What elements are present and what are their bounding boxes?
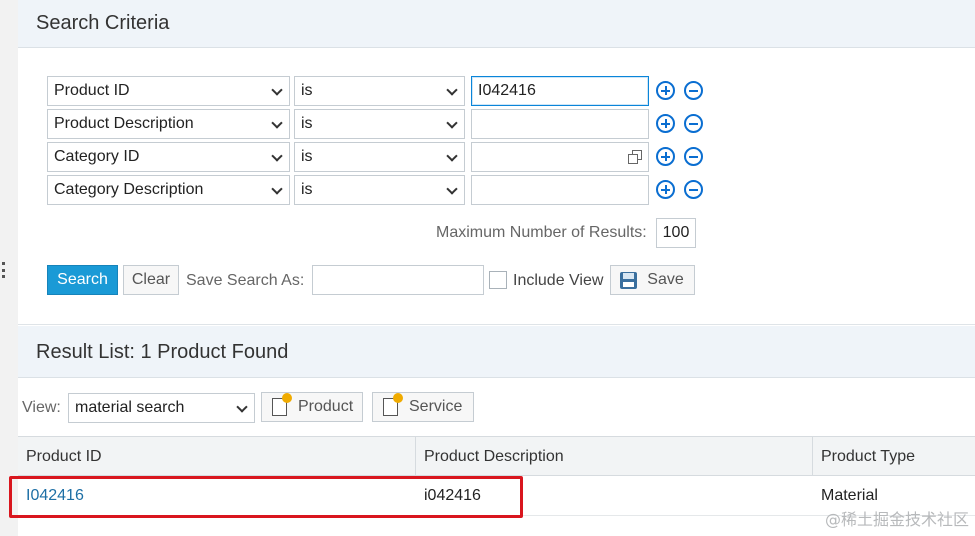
column-header-product-id[interactable]: Product ID (18, 437, 416, 477)
chevron-down-icon (271, 84, 283, 96)
chevron-down-icon (271, 150, 283, 162)
max-results-input[interactable]: 100 (656, 218, 696, 248)
chevron-down-icon (446, 183, 458, 195)
new-document-icon (383, 393, 403, 416)
criteria-value-input-4[interactable] (471, 175, 649, 205)
criteria-operator-label: is (301, 148, 313, 165)
criteria-operator-select-1[interactable]: is (294, 76, 465, 106)
search-criteria-title: Search Criteria (36, 12, 170, 34)
remove-row-icon[interactable] (684, 114, 703, 133)
criteria-value-input-2[interactable] (471, 109, 649, 139)
splitter-grip-icon[interactable] (0, 262, 6, 278)
chevron-down-icon (271, 117, 283, 129)
criteria-value-input-3[interactable] (471, 142, 649, 172)
search-button[interactable]: Search (47, 265, 118, 295)
view-select-value: material search (75, 399, 185, 416)
criteria-field-label: Category ID (54, 148, 140, 165)
result-list-title: Result List: 1 Product Found (36, 341, 289, 363)
remove-row-icon[interactable] (684, 147, 703, 166)
criteria-field-label: Product ID (54, 82, 130, 99)
criteria-field-select-2[interactable]: Product Description (47, 109, 290, 139)
value-help-icon[interactable] (628, 150, 642, 164)
max-results-label: Maximum Number of Results: (436, 224, 647, 241)
criteria-field-label: Product Description (54, 115, 194, 132)
table-header: Product ID Product Description Product T… (18, 436, 975, 477)
add-row-icon[interactable] (656, 81, 675, 100)
new-product-button[interactable]: Product (261, 392, 363, 422)
criteria-operator-label: is (301, 82, 313, 99)
criteria-field-select-1[interactable]: Product ID (47, 76, 290, 106)
save-search-label: Save Search As: (186, 272, 305, 289)
criteria-field-select-4[interactable]: Category Description (47, 175, 290, 205)
new-document-icon (272, 393, 292, 416)
chevron-down-icon (271, 183, 283, 195)
column-header-product-type[interactable]: Product Type (813, 437, 975, 477)
view-select[interactable]: material search (68, 393, 255, 423)
highlight-box (9, 476, 523, 518)
add-row-icon[interactable] (656, 114, 675, 133)
criteria-operator-select-3[interactable]: is (294, 142, 465, 172)
save-icon (620, 272, 637, 289)
save-button-label: Save (647, 271, 684, 288)
criteria-value-input-1[interactable]: I042416 (471, 76, 649, 106)
clear-button[interactable]: Clear (123, 265, 179, 295)
criteria-operator-select-2[interactable]: is (294, 109, 465, 139)
result-list-header: Result List: 1 Product Found (18, 326, 975, 378)
chevron-down-icon (446, 117, 458, 129)
save-button[interactable]: Save (610, 265, 695, 295)
include-view-checkbox[interactable] (489, 271, 507, 289)
save-search-input[interactable] (312, 265, 484, 295)
new-product-label: Product (298, 398, 354, 415)
chevron-down-icon (236, 401, 248, 413)
criteria-field-label: Category Description (54, 181, 204, 198)
remove-row-icon[interactable] (684, 81, 703, 100)
criteria-operator-label: is (301, 181, 313, 198)
column-header-product-description[interactable]: Product Description (416, 437, 813, 477)
search-criteria-header: Search Criteria (18, 0, 975, 48)
chevron-down-icon (446, 84, 458, 96)
view-label: View: (22, 399, 61, 416)
new-service-button[interactable]: Service (372, 392, 474, 422)
criteria-operator-label: is (301, 115, 313, 132)
chevron-down-icon (446, 150, 458, 162)
criteria-field-select-3[interactable]: Category ID (47, 142, 290, 172)
add-row-icon[interactable] (656, 147, 675, 166)
criteria-operator-select-4[interactable]: is (294, 175, 465, 205)
include-view-label: Include View (513, 272, 604, 289)
new-service-label: Service (409, 398, 463, 415)
watermark-text: @稀土掘金技术社区 (824, 510, 969, 529)
remove-row-icon[interactable] (684, 180, 703, 199)
add-row-icon[interactable] (656, 180, 675, 199)
